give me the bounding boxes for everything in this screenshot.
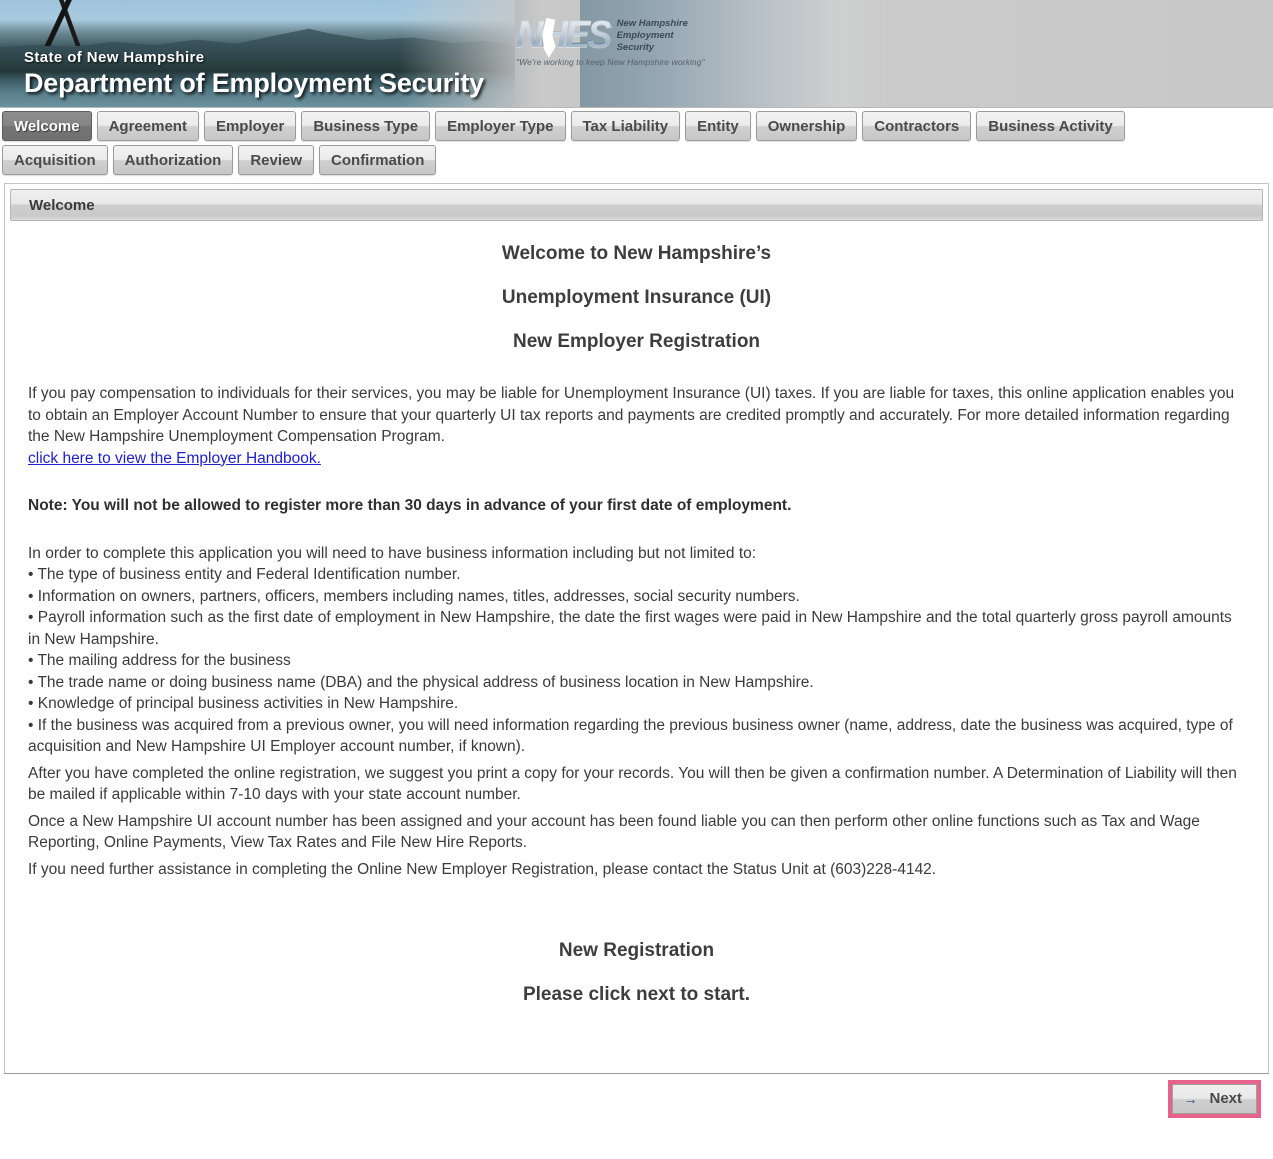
nhes-agency-line-2: Employment	[616, 30, 674, 41]
tab-business-type[interactable]: Business Type	[301, 111, 431, 141]
nhes-logo: NHES New Hampshire Employment Security "…	[516, 16, 705, 67]
banner-state-line: State of New Hampshire	[24, 49, 205, 66]
next-button-highlight: → Next	[1168, 1079, 1261, 1118]
requirements-list: • The type of business entity and Federa…	[28, 564, 1245, 758]
welcome-heading-1: Welcome to New Hampshire’s	[501, 243, 772, 264]
arrow-right-icon: →	[1183, 1090, 1198, 1107]
list-item: • Information on owners, partners, offic…	[28, 587, 800, 605]
list-item: • The type of business entity and Federa…	[28, 566, 461, 583]
tab-agreement[interactable]: Agreement	[96, 111, 199, 141]
next-button-label: Next	[1209, 1090, 1242, 1107]
list-item: • The trade name or doing business name …	[28, 673, 814, 691]
after-registration-paragraph: After you have completed the online regi…	[28, 764, 1237, 804]
bottom-heading-block: New Registration Please click next to st…	[28, 940, 1245, 1006]
registration-note: Note: You will not be allowed to registe…	[28, 497, 792, 514]
new-registration-heading: New Registration	[558, 940, 715, 961]
site-banner: State of New Hampshire Department of Emp…	[0, 0, 1273, 108]
nhes-agency-line-3: Security	[616, 42, 655, 53]
wizard-tab-row-1: Welcome Agreement Employer Business Type…	[2, 111, 1273, 141]
tab-employer[interactable]: Employer	[203, 111, 297, 141]
tab-contractors[interactable]: Contractors	[862, 111, 972, 141]
list-item: • The mailing address for the business	[28, 652, 291, 669]
nhes-agency-name: New Hampshire Employment Security	[617, 18, 688, 54]
nhes-agency-line-1: New Hampshire	[616, 18, 688, 29]
list-item: • If the business was acquired from a pr…	[28, 716, 1233, 756]
welcome-heading-2: Unemployment Insurance (UI)	[501, 287, 772, 308]
list-item: • Payroll information such as the first …	[28, 609, 1232, 648]
account-functions-paragraph: Once a New Hampshire UI account number h…	[28, 812, 1200, 852]
wizard-tab-row-2: Acquisition Authorization Review Confirm…	[2, 145, 1273, 175]
welcome-heading-3: New Employer Registration	[512, 331, 761, 352]
wizard-footer: → Next	[4, 1073, 1269, 1123]
tab-authorization[interactable]: Authorization	[112, 145, 234, 175]
tab-entity[interactable]: Entity	[685, 111, 751, 141]
panel-header: Welcome	[10, 189, 1263, 221]
tab-business-activity[interactable]: Business Activity	[976, 111, 1125, 141]
tab-welcome[interactable]: Welcome	[2, 111, 92, 141]
tab-employer-type[interactable]: Employer Type	[435, 111, 566, 141]
tab-confirmation[interactable]: Confirmation	[319, 145, 437, 175]
employer-handbook-link[interactable]: click here to view the Employer Handbook…	[28, 450, 321, 467]
list-item: • Knowledge of principal business activi…	[28, 695, 459, 712]
tab-review[interactable]: Review	[238, 145, 315, 175]
nhes-tagline: "We're working to keep New Hampshire wor…	[516, 57, 705, 67]
banner-department-line: Department of Employment Security	[24, 68, 484, 98]
next-button[interactable]: → Next	[1172, 1083, 1257, 1114]
tab-tax-liability[interactable]: Tax Liability	[570, 111, 681, 141]
click-next-heading: Please click next to start.	[522, 984, 751, 1005]
assistance-paragraph: If you need further assistance in comple…	[28, 860, 937, 878]
tab-acquisition[interactable]: Acquisition	[2, 145, 108, 175]
banner-tree-branch-icon	[30, 0, 90, 46]
nhes-logo-row: NHES New Hampshire Employment Security	[516, 14, 705, 58]
wizard-tab-bar: Welcome Agreement Employer Business Type…	[0, 108, 1273, 175]
new-hampshire-state-shape-icon	[542, 18, 556, 58]
welcome-panel: Welcome Welcome to New Hampshire’s Unemp…	[4, 183, 1269, 1073]
requirements-intro: In order to complete this application yo…	[28, 544, 757, 562]
nhes-wordmark: NHES	[516, 14, 613, 58]
tab-ownership[interactable]: Ownership	[755, 111, 858, 141]
banner-title-block: State of New Hampshire Department of Emp…	[24, 50, 484, 97]
panel-content: Welcome to New Hampshire’s Unemployment …	[5, 221, 1268, 1006]
intro-paragraph: If you pay compensation to individuals f…	[28, 385, 1235, 445]
